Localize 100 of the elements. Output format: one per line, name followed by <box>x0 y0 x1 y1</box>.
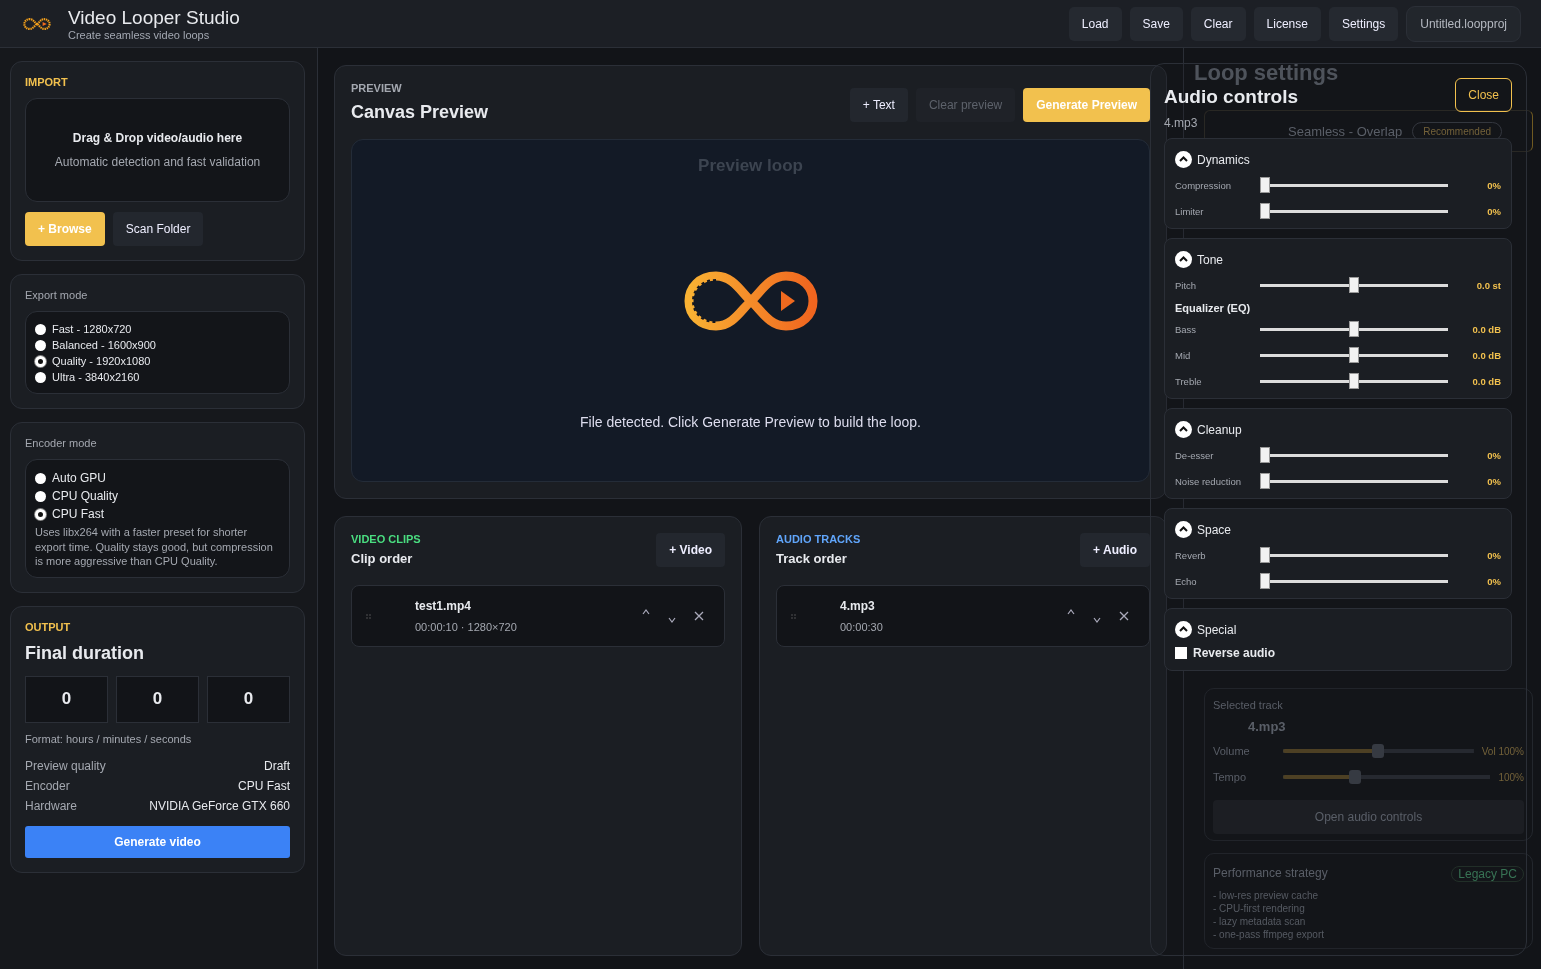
clip-name: test1.mp4 <box>415 599 473 613</box>
duration-field[interactable]: 0 <box>116 675 199 723</box>
toolbar-button[interactable]: Settings <box>1328 6 1399 41</box>
move-up-icon[interactable] <box>642 609 650 615</box>
strategy-item: - CPU-first rendering <box>1213 903 1306 914</box>
panel-title: Audio controls <box>1164 86 1299 108</box>
move-up-icon[interactable] <box>1067 609 1075 615</box>
radio-label: CPU Fast <box>52 506 104 523</box>
section-heading: PREVIEW <box>351 82 403 94</box>
clip-meta: 00:00:10 · 1280×720 <box>415 621 518 633</box>
toolbar-button[interactable]: Save <box>1129 6 1183 41</box>
drop-hint: Automatic detection and fast validation <box>54 155 261 169</box>
slider-label: Echo <box>1175 575 1198 587</box>
collapse-icon[interactable] <box>1175 151 1192 168</box>
slider-label: Noise reduction <box>1175 475 1242 487</box>
info-value: Draft <box>264 758 290 773</box>
slider-label: Reverb <box>1175 549 1207 561</box>
info-label: Preview quality <box>25 758 106 773</box>
info-value: NVIDIA GeForce GTX 660 <box>149 798 290 813</box>
slider-label: Tempo <box>1213 771 1248 783</box>
slider-label: De-esser <box>1175 449 1215 461</box>
slider-label: Mid <box>1175 349 1192 361</box>
preview-button[interactable]: + Text <box>849 88 908 122</box>
section-heading: AUDIO TRACKS <box>776 533 861 545</box>
section-heading: Export mode <box>25 289 89 301</box>
info-value: CPU Fast <box>238 778 290 793</box>
section-heading: Encoder mode <box>25 437 98 449</box>
close-icon[interactable] <box>1119 611 1129 621</box>
toolbar-button[interactable]: License <box>1253 6 1321 41</box>
slider-label: Treble <box>1175 375 1203 387</box>
section-title: Tone <box>1197 252 1224 267</box>
radio-label: Ultra - 3840x2160 <box>52 370 140 385</box>
move-down-icon[interactable] <box>668 617 676 623</box>
slider-reading: 0.0 dB <box>1471 349 1501 361</box>
encoder-description: Uses libx264 with a faster preset for shorter export time. Quality stays good, but compression is more aggressive than CPU Quality. <box>35 525 274 569</box>
radio-label: Auto GPU <box>52 470 107 487</box>
slider-reading: 0% <box>1486 575 1501 587</box>
info-label: Encoder <box>25 778 70 793</box>
drag-handle-icon[interactable] <box>791 613 796 619</box>
project-file-name[interactable]: Untitled.loopproj <box>1406 5 1521 42</box>
import-button[interactable]: Scan Folder <box>112 212 204 246</box>
list-title: Track order <box>776 551 848 566</box>
drop-zone[interactable]: Drag & Drop video/audio here Automatic detection and fast validation <box>25 98 290 202</box>
slider-reading: 0% <box>1486 179 1501 191</box>
radio-label: Balanced - 1600x900 <box>52 338 156 353</box>
clip-name: 4.mp3 <box>840 599 876 613</box>
radio-button[interactable] <box>35 472 46 484</box>
clip-item[interactable]: test1.mp4 00:00:10 · 1280×720 <box>351 585 725 647</box>
radio-button[interactable] <box>35 355 46 367</box>
preview-message: File detected. Click Generate Preview to build the loop. <box>580 414 921 430</box>
close-button[interactable]: Close <box>1455 78 1512 112</box>
duration-field[interactable]: 0 <box>207 675 290 723</box>
slider-label: Compression <box>1175 179 1232 191</box>
option-label: Seamless - Overlap <box>1288 123 1403 139</box>
infinity-logo-icon <box>23 16 51 31</box>
section-title: Special <box>1197 622 1237 637</box>
toolbar-button[interactable]: Clear <box>1190 6 1246 41</box>
checkbox[interactable] <box>1175 647 1187 659</box>
list-title: Clip order <box>351 551 414 566</box>
section-heading: OUTPUT <box>25 620 72 633</box>
selected-track-label: Selected track <box>1213 699 1284 711</box>
toolbar-button[interactable]: Load <box>1068 6 1122 41</box>
slider-reading: 100% <box>1498 771 1524 783</box>
radio-label: Fast - 1280x720 <box>52 322 132 337</box>
section-heading: VIDEO CLIPS <box>351 533 421 545</box>
collapse-icon[interactable] <box>1175 521 1192 538</box>
app-title: Video Looper Studio <box>68 6 240 29</box>
clip-item[interactable]: 4.mp3 00:00:30 <box>776 585 1150 647</box>
radio-button[interactable] <box>35 508 46 520</box>
loop-settings-title: Loop settings <box>1194 60 1340 86</box>
add-button[interactable]: + Audio <box>1080 533 1150 567</box>
track-name: 4.mp3 <box>1164 116 1199 130</box>
strategy-item: - lazy metadata scan <box>1213 916 1307 927</box>
slider-reading: 0% <box>1486 449 1501 461</box>
radio-button[interactable] <box>35 490 46 502</box>
strategy-item: - low-res preview cache <box>1213 890 1320 901</box>
drag-handle-icon[interactable] <box>366 613 371 619</box>
output-title: Final duration <box>25 642 145 664</box>
add-button[interactable]: + Video <box>656 533 725 567</box>
slider-reading: Vol 100% <box>1481 745 1524 757</box>
info-label: Hardware <box>25 798 78 813</box>
slider-reading: 0% <box>1486 205 1501 217</box>
radio-button[interactable] <box>35 371 46 383</box>
slider-reading: 0.0 dB <box>1471 323 1501 335</box>
radio-label: Quality - 1920x1080 <box>52 354 151 369</box>
duration-field[interactable]: 0 <box>25 675 108 723</box>
collapse-icon[interactable] <box>1175 621 1192 638</box>
performance-title: Performance strategy <box>1213 866 1328 882</box>
slider-label: Bass <box>1175 323 1198 335</box>
collapse-icon[interactable] <box>1175 421 1192 438</box>
collapse-icon[interactable] <box>1175 251 1192 268</box>
section-title: Dynamics <box>1197 152 1250 167</box>
radio-button[interactable] <box>35 323 46 335</box>
close-icon[interactable] <box>694 611 704 621</box>
generate-video-button[interactable]: Generate video <box>25 825 290 858</box>
move-down-icon[interactable] <box>1093 617 1101 623</box>
slider-reading: 0% <box>1486 549 1501 561</box>
strategy-item: - one-pass ffmpeg export <box>1213 929 1325 940</box>
radio-button[interactable] <box>35 339 46 351</box>
drop-title: Drag & Drop video/audio here <box>72 131 243 145</box>
